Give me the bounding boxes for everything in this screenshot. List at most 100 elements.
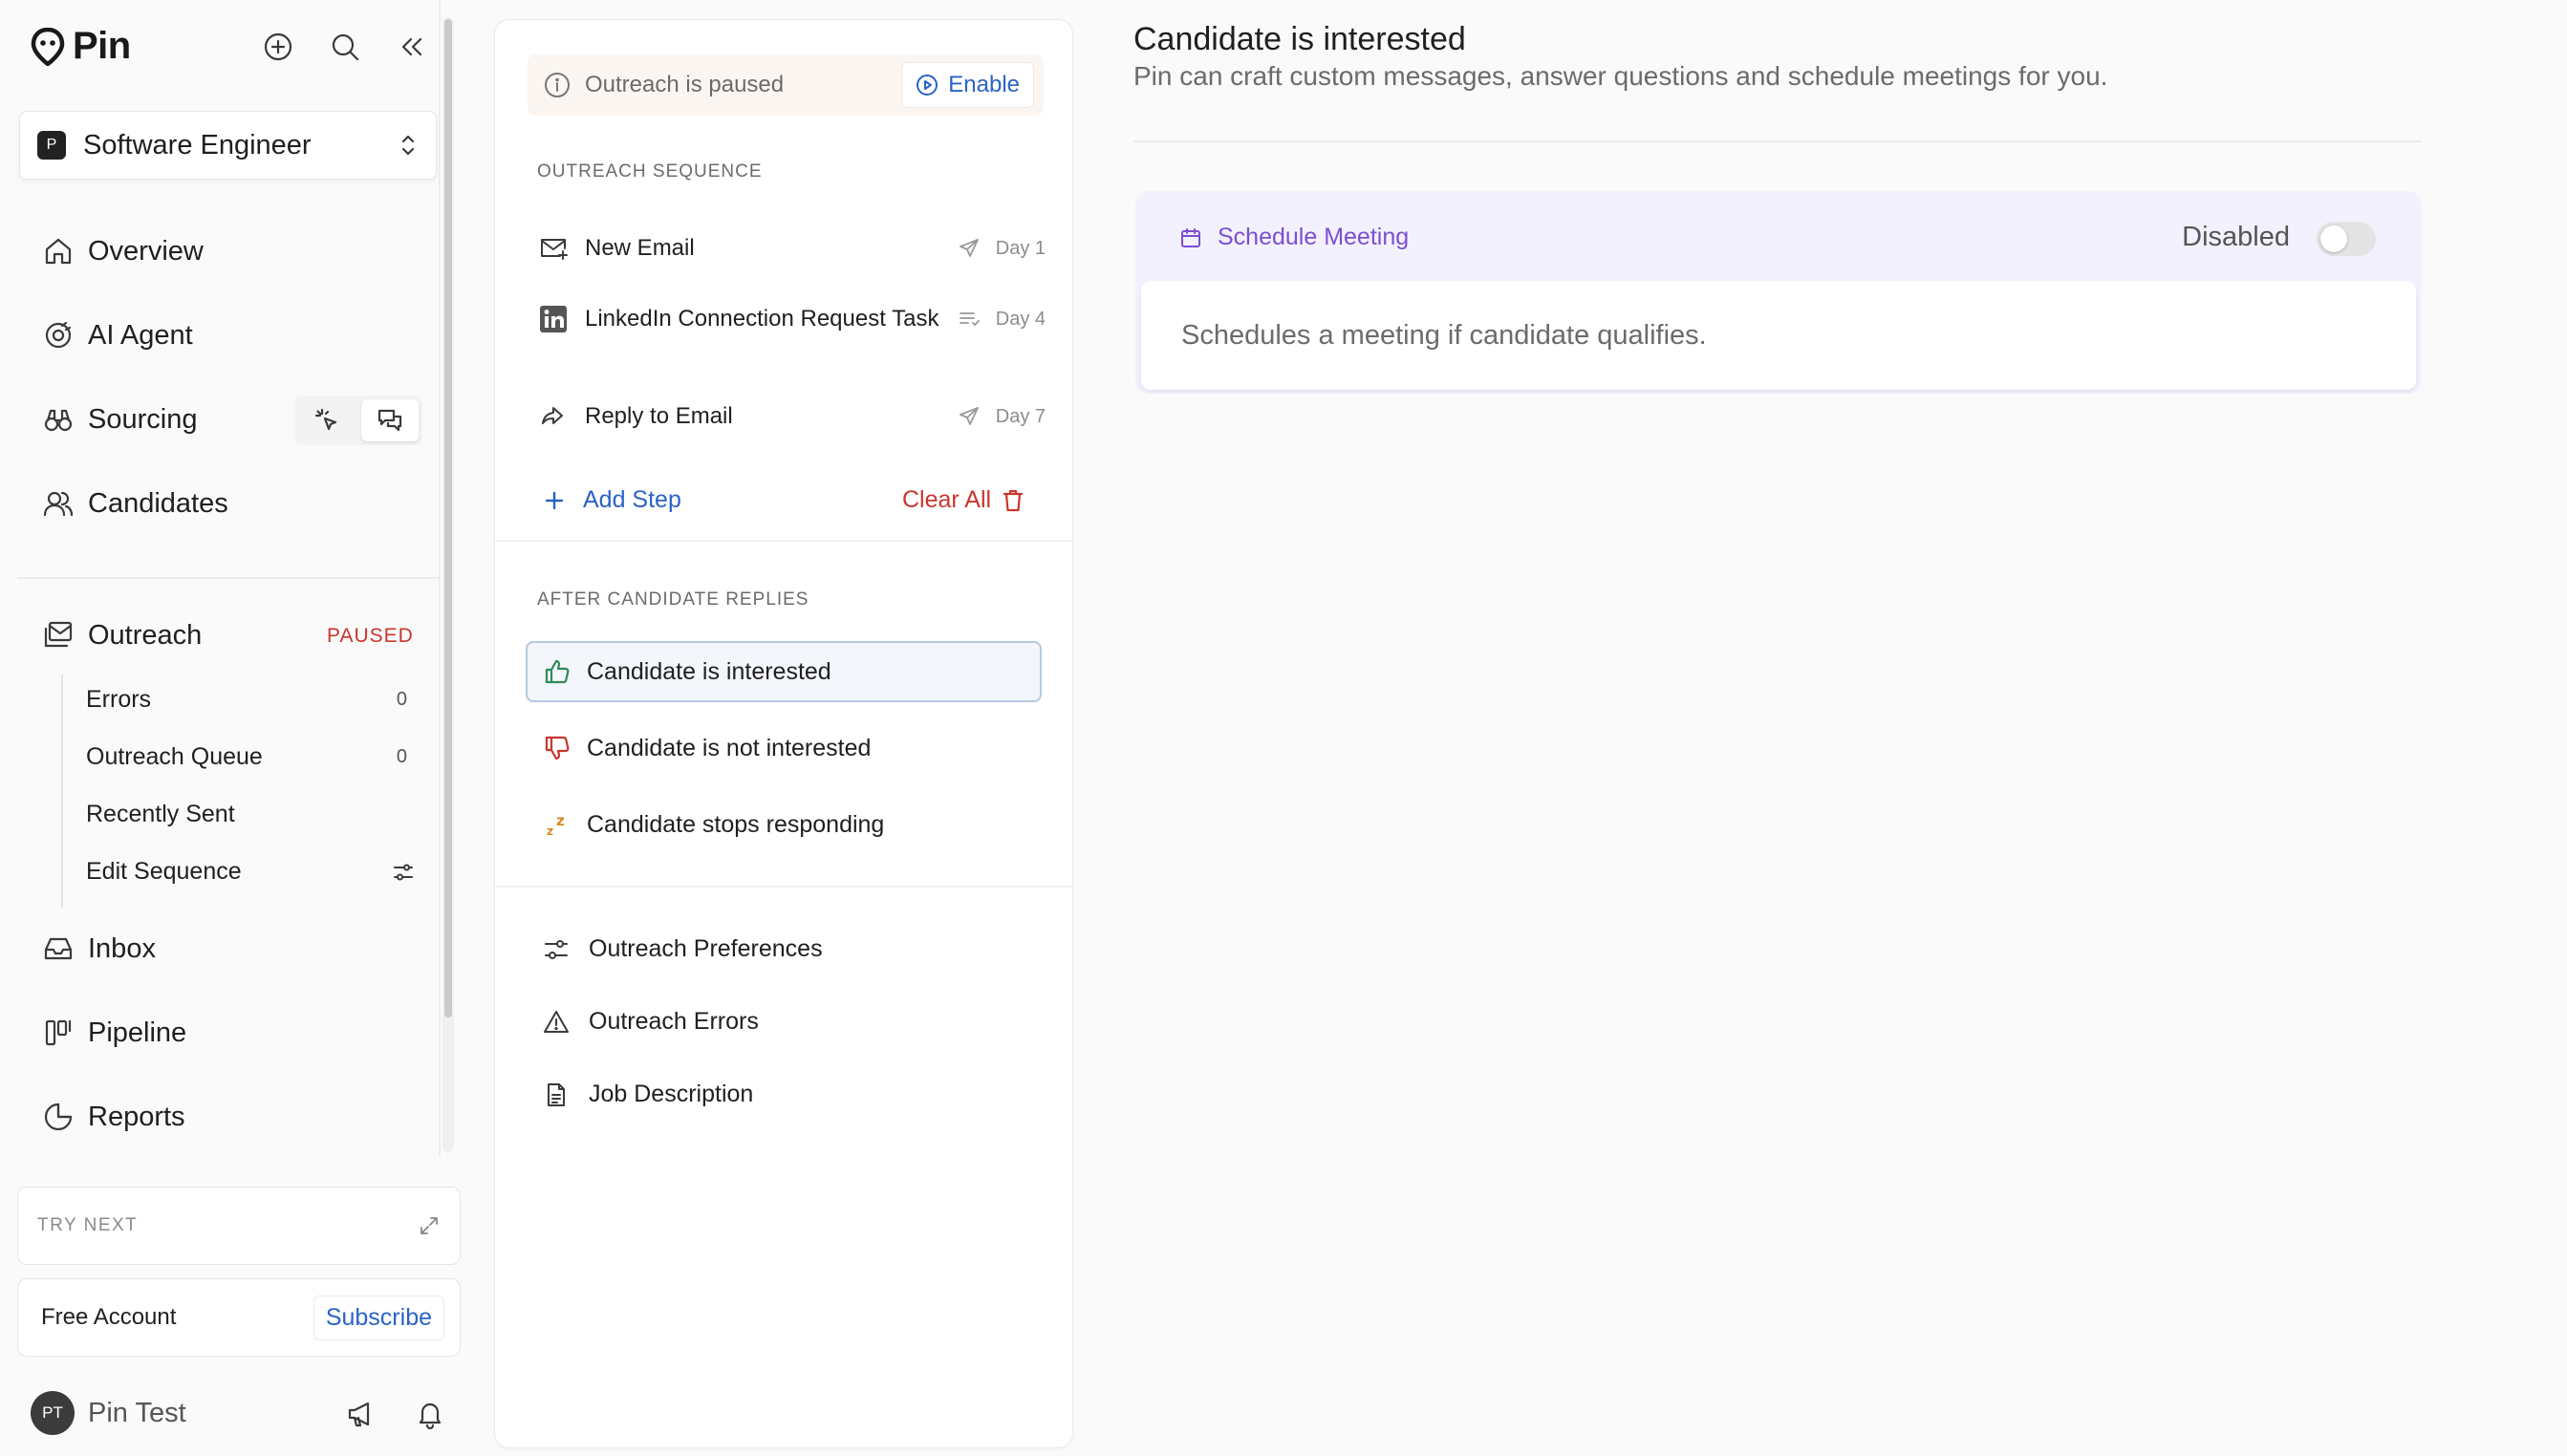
subnav-recently-sent-label: Recently Sent	[86, 801, 235, 827]
pin-logo-icon	[31, 27, 65, 66]
warning-icon	[543, 1009, 570, 1036]
nav-ai-agent-label: AI Agent	[88, 319, 193, 351]
link-label: Job Description	[589, 1081, 754, 1107]
add-step-button[interactable]: Add Step	[543, 486, 681, 514]
paused-text: Outreach is paused	[585, 72, 785, 97]
nav-divider	[17, 577, 440, 579]
nav-pipeline-label: Pipeline	[88, 1017, 187, 1048]
subnav-errors[interactable]: Errors 0	[86, 686, 421, 714]
nav-reports-label: Reports	[88, 1101, 185, 1132]
sliders-icon	[392, 861, 415, 884]
page-title: Candidate is interested	[1133, 21, 1466, 57]
subnav-errors-count: 0	[396, 689, 407, 710]
subnav-edit-sequence[interactable]: Edit Sequence	[86, 858, 421, 886]
nav-ai-agent[interactable]: AI Agent	[42, 319, 193, 352]
page-subtitle: Pin can craft custom messages, answer qu…	[1133, 61, 2108, 91]
subnav-outreach-queue[interactable]: Outreach Queue 0	[86, 743, 421, 771]
expand-icon[interactable]	[418, 1214, 441, 1237]
sleep-zzz-icon: zz	[543, 810, 572, 839]
schedule-meeting-description: Schedules a meeting if candidate qualifi…	[1141, 281, 2416, 390]
binoculars-icon	[42, 403, 75, 436]
try-next-card[interactable]: TRY NEXT	[17, 1187, 461, 1265]
users-icon	[42, 487, 75, 520]
plus-icon	[543, 489, 566, 512]
link-outreach-preferences[interactable]: Outreach Preferences	[543, 935, 823, 963]
clear-all-button[interactable]: Clear All	[902, 486, 1024, 514]
sequence-step[interactable]: Reply to Email Day 7	[537, 400, 1046, 433]
ai-agent-icon	[42, 319, 75, 352]
sequence-step[interactable]: LinkedIn Connection Request Task Day 4	[537, 303, 1046, 335]
subnav-guide-line	[61, 674, 63, 908]
reply-rule-label: Candidate is not interested	[587, 734, 872, 761]
announcements-icon[interactable]	[344, 1397, 378, 1431]
sequence-step[interactable]: New Email Day 1	[537, 232, 1046, 265]
nav-inbox-label: Inbox	[88, 932, 156, 964]
send-icon	[958, 237, 981, 260]
search-icon[interactable]	[329, 31, 361, 63]
sequence-step-label: New Email	[585, 234, 695, 261]
subnav-recently-sent[interactable]: Recently Sent	[86, 801, 421, 828]
link-label: Outreach Preferences	[589, 935, 823, 962]
reply-rule-interested[interactable]: Candidate is interested	[526, 641, 1042, 702]
app-logo[interactable]: Pin	[31, 25, 131, 68]
try-next-label: TRY NEXT	[37, 1215, 139, 1235]
reply-rule-stops-responding[interactable]: zz Candidate stops responding	[526, 794, 1042, 855]
svg-text:z: z	[556, 812, 565, 829]
nav-overview[interactable]: Overview	[42, 235, 204, 268]
sourcing-auto-button[interactable]	[298, 399, 356, 441]
nav-candidates[interactable]: Candidates	[42, 487, 228, 520]
reply-rule-label: Candidate is interested	[587, 657, 831, 685]
enable-label: Enable	[948, 72, 1020, 97]
sourcing-mode-toggle	[294, 396, 422, 445]
nav-candidates-label: Candidates	[88, 487, 228, 519]
reply-icon	[537, 400, 570, 433]
schedule-meeting-status: Disabled	[2182, 222, 2290, 252]
panel-divider	[495, 540, 1072, 542]
user-profile[interactable]: PT Pin Test	[31, 1391, 186, 1435]
chat-icon	[377, 408, 403, 433]
nav-inbox[interactable]: Inbox	[42, 932, 156, 965]
chevron-up-down-icon	[398, 133, 419, 158]
sourcing-chat-button[interactable]	[361, 399, 419, 441]
schedule-meeting-toggle[interactable]	[2317, 222, 2376, 256]
link-outreach-errors[interactable]: Outreach Errors	[543, 1008, 759, 1036]
thumbs-down-icon	[543, 734, 572, 762]
subscribe-button[interactable]: Subscribe	[313, 1295, 444, 1340]
sequence-step-label: LinkedIn Connection Request Task	[585, 305, 939, 332]
svg-text:z: z	[547, 824, 553, 838]
create-new-icon[interactable]	[262, 31, 294, 63]
home-icon	[42, 235, 75, 268]
trash-icon	[1003, 488, 1024, 513]
link-job-description[interactable]: Job Description	[543, 1081, 753, 1108]
nav-reports[interactable]: Reports	[42, 1101, 185, 1133]
play-circle-icon	[916, 74, 938, 96]
subnav-queue-count: 0	[396, 746, 407, 767]
add-step-label: Add Step	[583, 486, 681, 513]
job-title: Software Engineer	[83, 129, 312, 161]
nav-pipeline[interactable]: Pipeline	[42, 1017, 186, 1049]
enable-outreach-button[interactable]: Enable	[901, 62, 1034, 108]
link-label: Outreach Errors	[589, 1008, 759, 1035]
task-list-icon	[958, 308, 981, 331]
schedule-meeting-card: Schedule Meeting Disabled Schedules a me…	[1135, 191, 2422, 394]
app-name: Pin	[73, 25, 131, 67]
job-selector[interactable]: P Software Engineer	[19, 111, 437, 180]
info-icon	[543, 71, 572, 99]
bell-icon[interactable]	[413, 1397, 447, 1431]
mail-plus-icon	[537, 232, 570, 265]
outreach-status-badge: PAUSED	[327, 625, 414, 647]
nav-outreach[interactable]: Outreach	[42, 619, 202, 652]
account-card: Free Account Subscribe	[17, 1278, 461, 1357]
cursor-click-icon	[314, 408, 339, 433]
user-name: Pin Test	[88, 1397, 186, 1428]
nav-sourcing-label: Sourcing	[88, 403, 198, 435]
reply-rule-label: Candidate stops responding	[587, 810, 885, 838]
sliders-icon	[543, 936, 570, 963]
outreach-paused-banner: Outreach is paused Enable	[528, 54, 1044, 116]
nav-sourcing[interactable]: Sourcing	[42, 403, 197, 436]
panel-divider	[495, 886, 1072, 888]
pipeline-icon	[42, 1017, 75, 1049]
reply-rule-not-interested[interactable]: Candidate is not interested	[526, 717, 1042, 779]
collapse-sidebar-icon[interactable]	[396, 31, 428, 63]
sidebar-scrollbar-thumb[interactable]	[444, 19, 452, 1017]
